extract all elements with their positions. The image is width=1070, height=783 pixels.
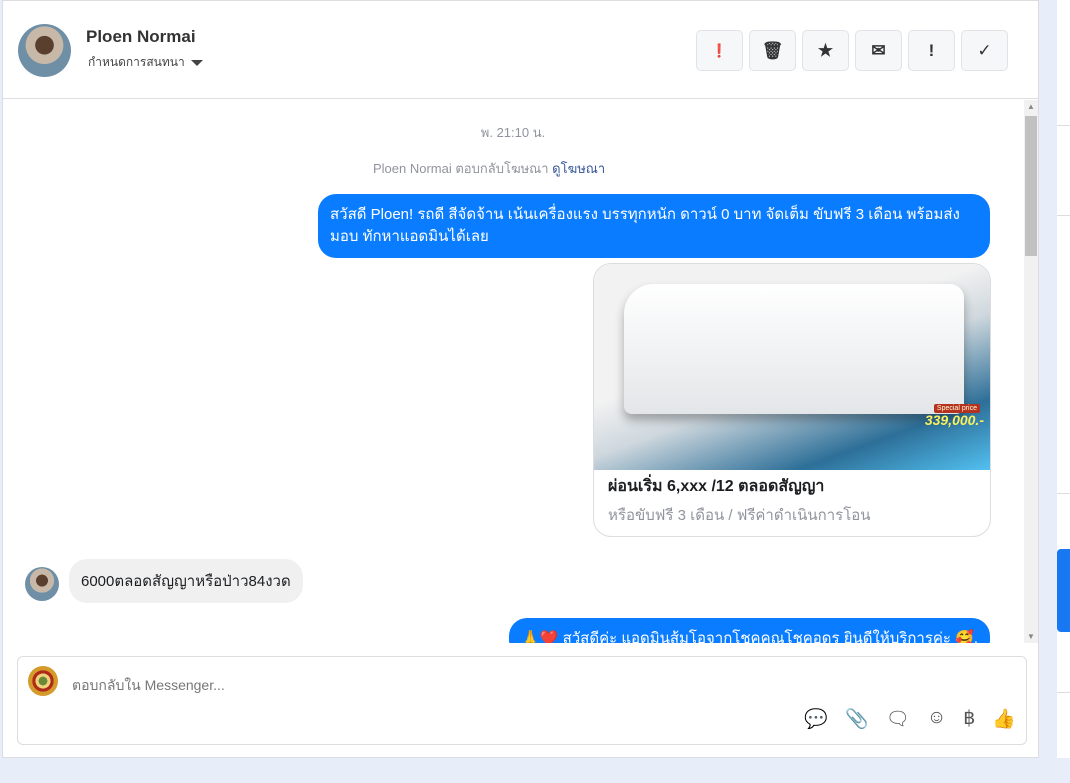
- sidebar-button[interactable]: [1057, 549, 1070, 632]
- view-ad-link[interactable]: ดูโฆษณา: [552, 161, 605, 176]
- star-icon: ★: [817, 40, 834, 60]
- ad-price: 339,000.-: [924, 412, 984, 428]
- mark-unread-button[interactable]: ✉: [855, 30, 902, 71]
- spam-button[interactable]: ❗: [696, 30, 743, 71]
- alert-circle-icon: ❗: [711, 42, 728, 58]
- page-avatar: [28, 666, 58, 696]
- contact-name[interactable]: Ploen Normai: [86, 27, 196, 47]
- chat-dots-icon[interactable]: 🗨: [886, 707, 910, 731]
- reply-note-text: Ploen Normai ตอบกลับโฆษณา: [373, 161, 549, 176]
- baht-icon[interactable]: ฿: [963, 707, 975, 731]
- ad-title: ผ่อนเริ่ม 6,xxx /12 ตลอดสัญญา: [608, 478, 825, 495]
- trash-icon: 🗑: [761, 40, 784, 60]
- conversation-settings-dropdown[interactable]: กำหนดการสนทนา: [88, 53, 203, 72]
- reply-composer[interactable]: ตอบกลับใน Messenger... 💬 📎 🗨 ☺ ฿ 👍: [17, 656, 1027, 745]
- delete-button[interactable]: 🗑: [749, 30, 796, 71]
- ad-image: Special price 339,000.-: [594, 264, 990, 470]
- check-icon: ✓: [977, 40, 992, 60]
- paperclip-icon[interactable]: 📎: [845, 707, 869, 731]
- truck-image: [624, 284, 964, 414]
- reply-input[interactable]: ตอบกลับใน Messenger...: [72, 675, 225, 697]
- thread-scrollbar[interactable]: ▲ ▼: [1024, 100, 1038, 643]
- saved-reply-icon[interactable]: 💬: [804, 707, 828, 731]
- follow-up-button[interactable]: !: [908, 30, 955, 71]
- contact-avatar-small: [25, 567, 59, 601]
- conversation-panel: Ploen Normai กำหนดการสนทนา ❗ 🗑 ★ ✉ ! ✓ พ…: [2, 0, 1039, 758]
- message-outgoing: 🙏❤️ สวัสดีค่ะ แอดมินส้มโอจากโชคคูณโชคอุด…: [509, 618, 990, 643]
- message-thread[interactable]: พ. 21:10 น. Ploen Normai ตอบกลับโฆษณา ดู…: [3, 100, 1023, 643]
- composer-actions: 💬 📎 🗨 ☺ ฿ 👍: [804, 707, 1016, 731]
- scrollbar-thumb[interactable]: [1025, 116, 1037, 256]
- thumbs-up-icon[interactable]: 👍: [992, 707, 1016, 731]
- conversation-header: Ploen Normai กำหนดการสนทนา ❗ 🗑 ★ ✉ ! ✓: [3, 1, 1038, 99]
- exclamation-icon: !: [928, 40, 935, 60]
- mark-done-button[interactable]: ✓: [961, 30, 1008, 71]
- contact-avatar[interactable]: [18, 24, 71, 77]
- ad-subtitle: หรือขับฟรี 3 เดือน / ฟรีค่าดำเนินการโอน: [608, 507, 871, 524]
- caret-down-icon: [190, 59, 203, 66]
- ad-reply-note: Ploen Normai ตอบกลับโฆษณา ดูโฆษณา: [373, 158, 605, 179]
- toolbar: ❗ 🗑 ★ ✉ ! ✓: [696, 30, 1008, 71]
- star-button[interactable]: ★: [802, 30, 849, 71]
- ad-card[interactable]: Special price 339,000.- ผ่อนเริ่ม 6,xxx …: [593, 263, 991, 537]
- message-outgoing: สวัสดี Ploen! รถดี สีจัดจ้าน เน้นเครื่อง…: [318, 194, 990, 258]
- message-incoming: 6000ตลอดสัญญาหรือป่าว84งวด: [69, 559, 303, 603]
- emoji-icon[interactable]: ☺: [927, 707, 946, 731]
- settings-label: กำหนดการสนทนา: [88, 55, 185, 69]
- right-sidebar: [1057, 0, 1070, 758]
- envelope-icon: ✉: [871, 40, 886, 60]
- timestamp: พ. 21:10 น.: [480, 125, 546, 140]
